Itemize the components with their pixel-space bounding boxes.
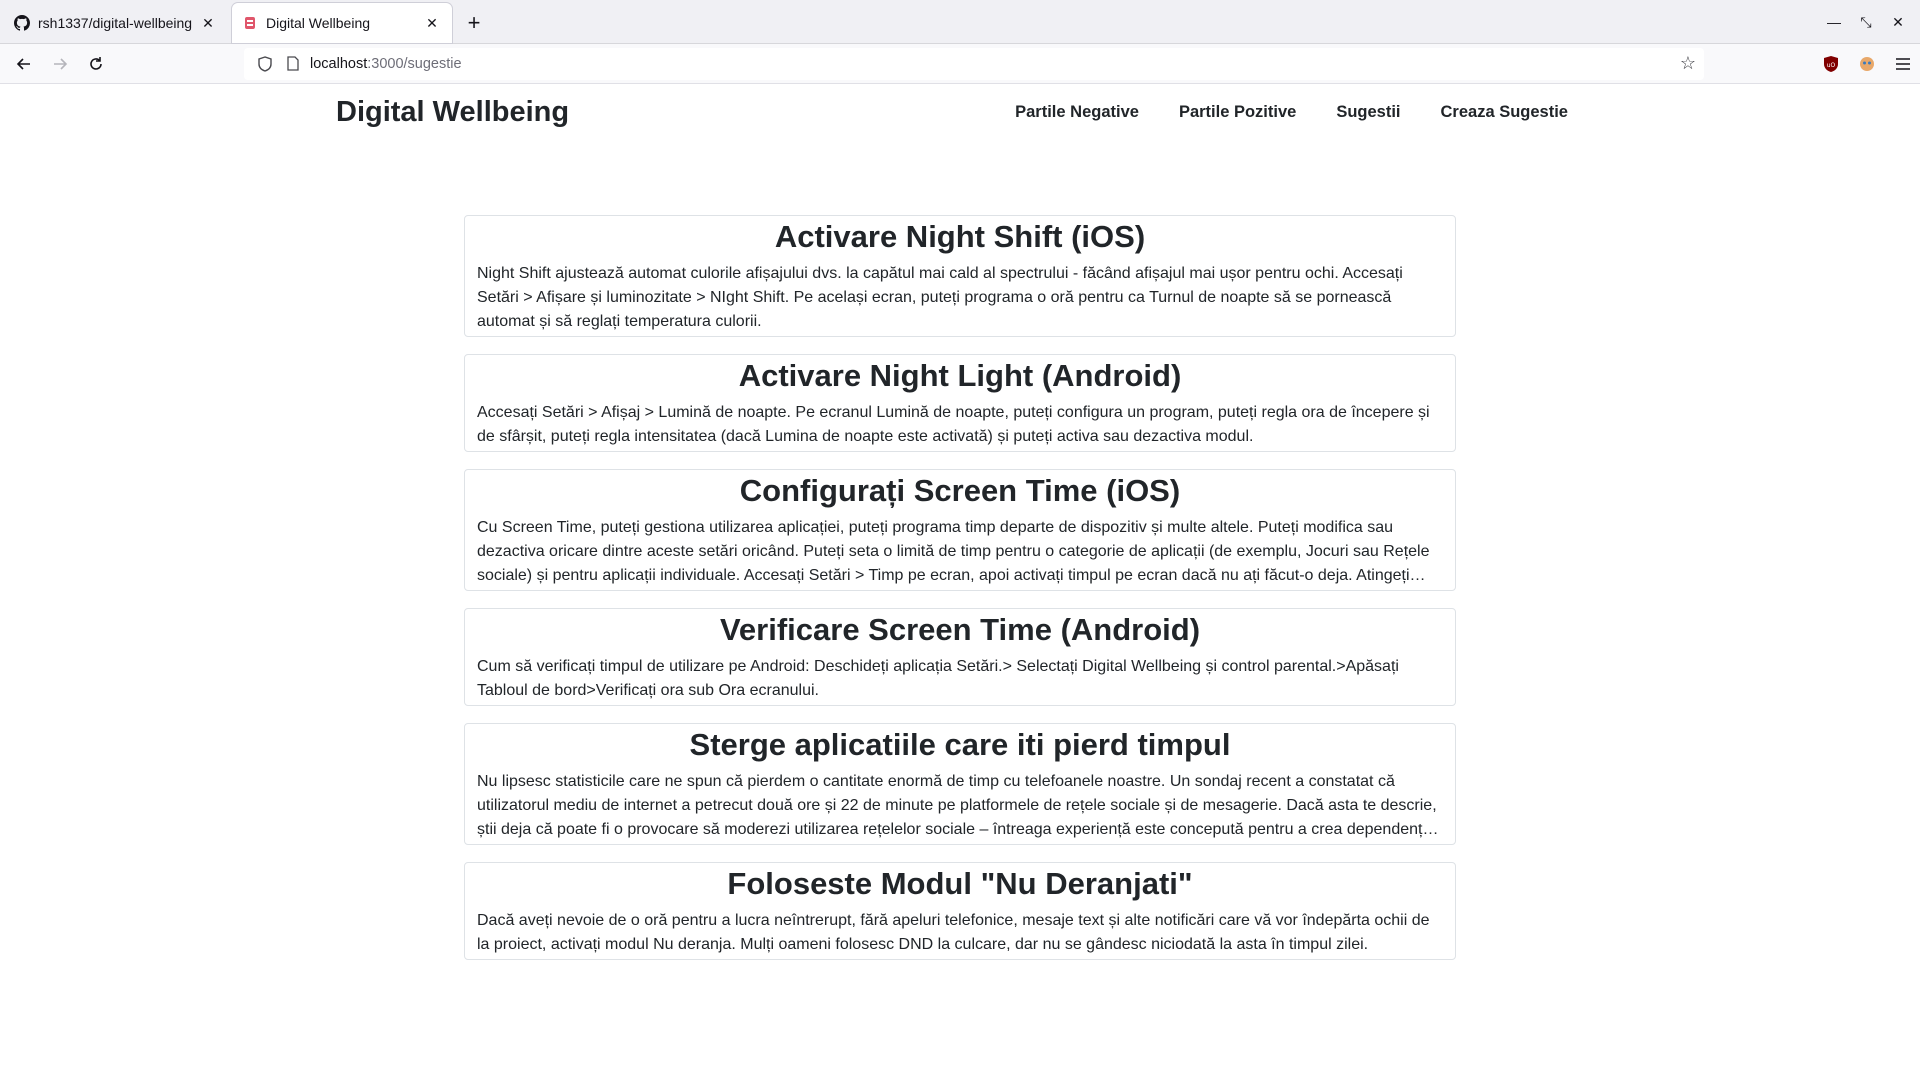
suggestion-body: Cum să verificați timpul de utilizare pe…: [477, 658, 1399, 699]
suggestion-title: Activare Night Shift (iOS): [774, 219, 1146, 254]
suggestion-card: Sterge aplicatiile care iti pierd timpul…: [464, 723, 1456, 845]
restore-icon[interactable]: ⤡: [1852, 8, 1880, 36]
suggestion-list: Activare Night Shift (iOS) Night Shift a…: [464, 215, 1456, 977]
suggestion-body: Nu lipsesc statisticile care ne spun că …: [477, 773, 1439, 838]
menu-hamburger-icon[interactable]: [1894, 55, 1912, 73]
suggestion-title: Sterge aplicatiile care iti pierd timpul: [689, 727, 1231, 762]
address-bar[interactable]: localhost:3000/sugestie ☆: [244, 47, 1704, 80]
site-brand[interactable]: Digital Wellbeing: [336, 96, 569, 129]
suggestion-card: Activare Night Shift (iOS) Night Shift a…: [464, 215, 1456, 337]
extensions-area: uO: [1822, 55, 1912, 73]
suggestion-body: Cu Screen Time, puteți gestiona utilizar…: [477, 519, 1430, 584]
svg-text:uO: uO: [1827, 62, 1836, 69]
bookmark-star-icon[interactable]: ☆: [1680, 53, 1696, 74]
page-info-icon[interactable]: [282, 53, 304, 75]
close-window-icon[interactable]: ✕: [1884, 8, 1912, 36]
new-tab-button[interactable]: +: [456, 3, 492, 43]
suggestion-body: Accesați Setări > Afișaj > Lumină de noa…: [477, 404, 1430, 445]
url-host: localhost: [310, 55, 368, 72]
tab-title: Digital Wellbeing: [266, 15, 371, 31]
site-nav: Partile Negative Partile Pozitive Sugest…: [1015, 103, 1568, 122]
suggestion-card: Verificare Screen Time (Android) Cum să …: [464, 608, 1456, 706]
suggestion-card: Configurați Screen Time (iOS) Cu Screen …: [464, 469, 1456, 591]
nav-creaza-sugestie[interactable]: Creaza Sugestie: [1441, 103, 1568, 122]
browser-toolbar: localhost:3000/sugestie ☆ uO: [0, 44, 1920, 84]
nav-partile-pozitive[interactable]: Partile Pozitive: [1179, 103, 1296, 122]
nav-partile-negative[interactable]: Partile Negative: [1015, 103, 1139, 122]
ublock-icon[interactable]: uO: [1822, 55, 1840, 73]
nav-sugestii[interactable]: Sugestii: [1336, 103, 1400, 122]
suggestion-title: Verificare Screen Time (Android): [719, 612, 1201, 647]
github-icon: [14, 15, 30, 31]
close-tab-icon[interactable]: ✕: [422, 13, 442, 33]
page-content: Digital Wellbeing Partile Negative Parti…: [0, 84, 1920, 1080]
reload-icon[interactable]: [80, 48, 112, 80]
suggestion-card: Foloseste Modul "Nu Deranjati" Dacă aveț…: [464, 862, 1456, 960]
react-icon: [242, 15, 258, 31]
url-path: :3000/sugestie: [367, 55, 462, 72]
browser-tab-strip: rsh1337/digital-wellbeing ✕ Digital Well…: [0, 0, 1920, 44]
site-header: Digital Wellbeing Partile Negative Parti…: [336, 84, 1576, 140]
suggestion-title: Activare Night Light (Android): [738, 358, 1182, 393]
tab-title: rsh1337/digital-wellbeing: [38, 15, 193, 31]
forward-icon[interactable]: [44, 48, 76, 80]
shield-icon[interactable]: [254, 53, 276, 75]
window-controls: — ⤡ ✕: [1820, 8, 1912, 36]
tab-digital-wellbeing[interactable]: Digital Wellbeing ✕: [232, 3, 452, 43]
suggestion-title: Configurați Screen Time (iOS): [739, 473, 1181, 508]
tab-github[interactable]: rsh1337/digital-wellbeing ✕: [4, 3, 228, 43]
suggestion-title: Foloseste Modul "Nu Deranjati": [727, 866, 1193, 901]
suggestion-body: Dacă aveți nevoie de o oră pentru a lucr…: [477, 912, 1430, 953]
extension-avatar-icon[interactable]: [1858, 55, 1876, 73]
close-tab-icon[interactable]: ✕: [198, 13, 218, 33]
suggestion-card: Activare Night Light (Android) Accesați …: [464, 354, 1456, 452]
back-icon[interactable]: [8, 48, 40, 80]
suggestion-body: Night Shift ajustează automat culorile a…: [477, 265, 1403, 330]
minimize-icon[interactable]: —: [1820, 8, 1848, 36]
